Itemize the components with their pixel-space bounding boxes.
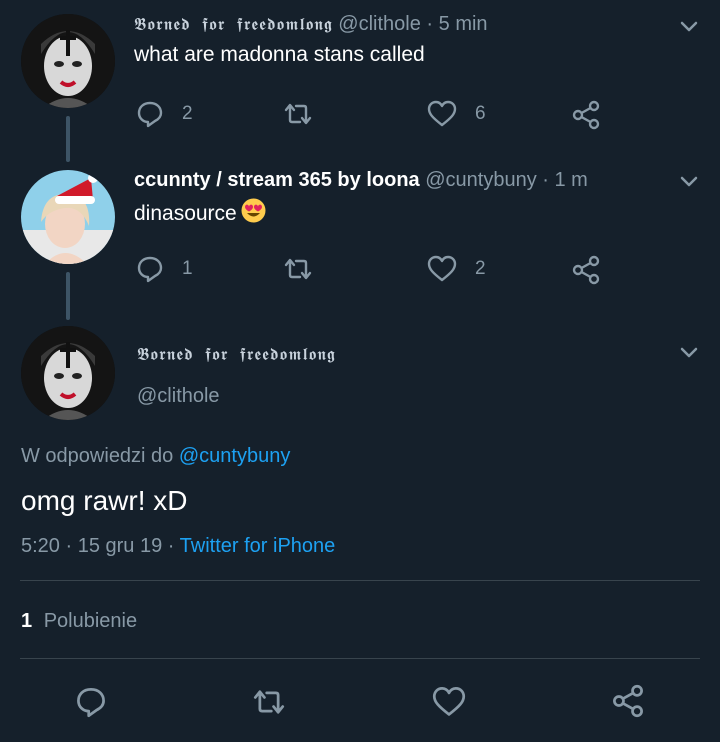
reply-button[interactable]: 1 xyxy=(136,255,193,283)
share-button[interactable] xyxy=(571,100,601,130)
chevron-down-icon[interactable] xyxy=(678,15,700,37)
chevron-down-icon[interactable] xyxy=(678,170,700,192)
like-count: 2 xyxy=(475,258,486,279)
like-icon xyxy=(427,100,457,127)
divider xyxy=(20,658,700,659)
display-name[interactable]: 𝕭𝖔𝖗𝖓𝖊𝖉 𝖋𝖔𝖗 𝖋𝖗𝖊𝖊𝖉𝖔𝖒𝖑𝖔𝖓𝖌 xyxy=(134,15,333,35)
reply-to-link[interactable]: @cuntybuny xyxy=(179,445,290,467)
like-icon xyxy=(427,255,457,282)
avatar[interactable] xyxy=(21,14,115,108)
handle[interactable]: @cuntybuny xyxy=(425,169,536,191)
reply-count: 1 xyxy=(182,258,193,279)
reply-prefix: W odpowiedzi do xyxy=(21,445,174,467)
tweet-header: ccunnty / stream 365 by loona @cuntybuny… xyxy=(134,168,588,192)
reply-icon xyxy=(77,688,105,718)
share-icon xyxy=(613,684,643,718)
reply-context: W odpowiedzi do @cuntybuny xyxy=(21,444,290,468)
share-button[interactable] xyxy=(611,684,645,718)
retweet-icon xyxy=(284,103,312,125)
tweet-meta: 5:20 · 15 gru 19 · Twitter for iPhone xyxy=(21,534,335,558)
reply-button[interactable] xyxy=(75,686,107,718)
thread-line xyxy=(66,116,70,162)
retweet-icon xyxy=(253,690,285,714)
tweet-date: · 15 gru 19 · xyxy=(65,535,175,557)
like-button[interactable]: 2 xyxy=(427,255,486,283)
tweet-text: dinasource xyxy=(134,202,237,225)
likes-summary[interactable]: 1 Polubienie xyxy=(21,609,137,633)
share-icon xyxy=(572,255,600,285)
like-icon xyxy=(432,687,466,716)
chevron-down-icon[interactable] xyxy=(678,341,700,363)
display-name[interactable]: ccunnty / stream 365 by loona xyxy=(134,169,420,191)
divider xyxy=(20,580,700,581)
tweet-text-row: dinasource xyxy=(134,198,266,227)
share-button[interactable] xyxy=(571,255,601,285)
reply-icon xyxy=(137,256,163,283)
main-display-name-row: 𝕭𝖔𝖗𝖓𝖊𝖉 𝖋𝖔𝖗 𝖋𝖗𝖊𝖊𝖉𝖔𝖒𝖑𝖔𝖓𝖌 xyxy=(137,342,336,367)
avatar[interactable] xyxy=(21,326,115,420)
tweet-header: 𝕭𝖔𝖗𝖓𝖊𝖉 𝖋𝖔𝖗 𝖋𝖗𝖊𝖊𝖉𝖔𝖒𝖑𝖔𝖓𝖌 @clithole · 5 min xyxy=(134,12,488,37)
avatar[interactable] xyxy=(21,170,115,264)
timestamp: · 5 min xyxy=(426,13,488,35)
reply-icon xyxy=(137,101,163,128)
handle[interactable]: @clithole xyxy=(338,13,421,35)
handle[interactable]: @clithole xyxy=(137,384,220,408)
retweet-icon xyxy=(284,258,312,280)
tweet-source-link[interactable]: Twitter for iPhone xyxy=(180,535,336,557)
heart-eyes-emoji xyxy=(241,198,266,223)
share-icon xyxy=(572,100,600,130)
retweet-button[interactable] xyxy=(282,255,332,283)
retweet-button[interactable] xyxy=(250,686,288,718)
timestamp: · 1 m xyxy=(542,169,588,191)
main-tweet-text: omg rawr! xD xyxy=(21,485,188,516)
tweet-time: 5:20 xyxy=(21,535,60,557)
like-button[interactable]: 6 xyxy=(427,100,486,128)
likes-label: Polubienie xyxy=(43,610,138,632)
like-button[interactable] xyxy=(432,686,466,718)
like-count: 6 xyxy=(475,103,486,124)
thread-line xyxy=(66,272,70,320)
retweet-button[interactable] xyxy=(282,100,332,128)
reply-count: 2 xyxy=(182,103,193,124)
tweet-text: what are madonna stans called xyxy=(134,43,425,66)
likes-count: 1 xyxy=(21,610,33,632)
reply-button[interactable]: 2 xyxy=(136,100,193,128)
display-name[interactable]: 𝕭𝖔𝖗𝖓𝖊𝖉 𝖋𝖔𝖗 𝖋𝖗𝖊𝖊𝖉𝖔𝖒𝖑𝖔𝖓𝖌 xyxy=(137,345,336,365)
